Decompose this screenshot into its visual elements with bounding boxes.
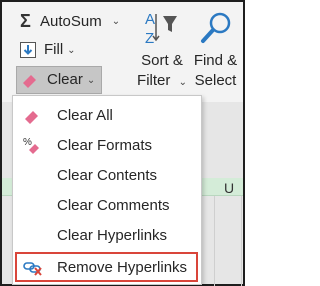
svg-text:%: % xyxy=(23,137,32,148)
chevron-down-icon: ⌄ xyxy=(178,77,187,88)
menu-item-label: Clear Hyperlinks xyxy=(57,226,168,244)
clear-label: Clear xyxy=(47,71,83,88)
autosum-button[interactable]: Σ AutoSum ⌄ xyxy=(20,11,120,32)
menu-item-label: Clear Comments xyxy=(57,196,170,214)
fill-down-icon xyxy=(20,42,36,58)
chevron-down-icon: ⌄ xyxy=(67,44,76,56)
menu-item-clear-comments[interactable]: Clear Comments xyxy=(13,190,201,220)
clear-dropdown-menu: Clear All % Clear Formats Clear Contents… xyxy=(12,95,202,285)
editing-ribbon-group: Σ AutoSum ⌄ Fill ⌄ Clear ⌄ A Z Sort & Fi… xyxy=(2,2,243,108)
magnifier-icon xyxy=(198,10,234,46)
menu-item-label: Remove Hyperlinks xyxy=(57,258,188,276)
eraser-icon xyxy=(23,106,43,124)
eraser-icon xyxy=(21,72,39,88)
autosum-label: AutoSum xyxy=(40,12,102,30)
percent-eraser-icon: % xyxy=(23,136,43,154)
sigma-icon: Σ xyxy=(20,11,31,31)
find-select-label-2: Select xyxy=(194,72,237,89)
chevron-down-icon[interactable]: ⌄ xyxy=(112,16,120,27)
svg-text:A: A xyxy=(145,11,155,28)
column-divider xyxy=(241,196,242,286)
menu-item-label: Clear All xyxy=(57,106,113,124)
menu-item-remove-hyperlinks[interactable]: Remove Hyperlinks xyxy=(15,252,198,282)
menu-item-clear-hyperlinks[interactable]: Clear Hyperlinks xyxy=(13,220,201,250)
sort-filter-button[interactable]: A Z Sort & Filter ⌄ xyxy=(136,10,188,93)
sort-filter-label-2: Filter xyxy=(137,72,171,89)
menu-item-label: Clear Formats xyxy=(57,136,153,154)
chevron-down-icon: ⌄ xyxy=(86,74,96,86)
column-header-u[interactable]: U xyxy=(224,180,234,196)
fill-button[interactable]: Fill ⌄ xyxy=(20,41,76,59)
svg-text:Z: Z xyxy=(145,30,154,46)
sort-filter-icon: A Z xyxy=(143,10,181,47)
unlink-icon xyxy=(23,258,43,276)
menu-item-clear-contents[interactable]: Clear Contents xyxy=(13,160,201,190)
sort-filter-label: Sort & xyxy=(141,52,183,69)
fill-label: Fill xyxy=(44,41,64,58)
column-divider xyxy=(214,196,215,286)
find-select-label: Find & xyxy=(193,52,238,69)
menu-item-label: Clear Contents xyxy=(57,166,158,184)
clear-button[interactable]: Clear ⌄ xyxy=(16,66,103,94)
menu-item-clear-all[interactable]: Clear All xyxy=(13,100,201,130)
menu-item-clear-formats[interactable]: % Clear Formats xyxy=(13,130,201,160)
